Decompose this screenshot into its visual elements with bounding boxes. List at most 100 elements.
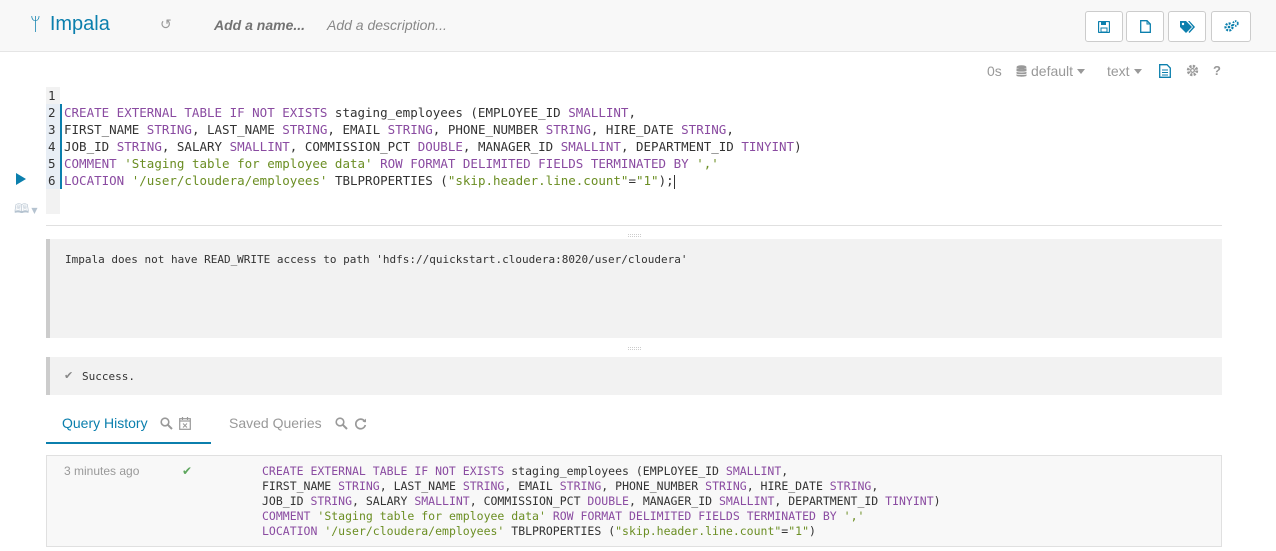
- database-label: default: [1031, 63, 1074, 79]
- sql-string: 'Staging table for employee data': [124, 156, 373, 171]
- calendar-clear-icon[interactable]: [178, 416, 191, 430]
- sql-keyword: STRING: [146, 122, 192, 137]
- resize-handle[interactable]: [628, 347, 641, 350]
- active-tab-indicator: [46, 442, 211, 444]
- sql-text: , COMMISSION_PCT: [289, 139, 418, 154]
- line-number: 1: [48, 88, 56, 103]
- app-name: Impala: [49, 13, 110, 35]
- tab-label: Saved Queries: [229, 415, 322, 431]
- sql-text: ,: [628, 105, 636, 120]
- new-document-button[interactable]: [1126, 11, 1164, 42]
- sql-text: ): [933, 494, 941, 508]
- history-row[interactable]: 3 minutes ago ✔ CREATE EXTERNAL TABLE IF…: [46, 455, 1222, 547]
- sql-keyword: STRING: [310, 494, 353, 508]
- editor-divider: [46, 225, 1222, 226]
- book-icon[interactable]: 🕮 ▼: [14, 200, 37, 222]
- tags-button[interactable]: [1168, 11, 1206, 42]
- sql-keyword: TINYINT: [741, 139, 795, 154]
- sql-text: ,: [726, 122, 734, 137]
- sql-string: ',': [696, 156, 719, 171]
- code-line: FIRST_NAME STRING, LAST_NAME STRING, EMA…: [64, 122, 734, 137]
- sql-keyword: SMALLINT: [414, 494, 470, 508]
- history-code-line: COMMENT 'Staging table for employee data…: [262, 509, 864, 523]
- play-icon[interactable]: [16, 173, 26, 185]
- refresh-icon[interactable]: [354, 417, 367, 430]
- sql-keyword: STRING: [387, 122, 433, 137]
- format-selector[interactable]: text: [1107, 63, 1142, 79]
- sql-keyword: CREATE EXTERNAL TABLE IF NOT EXISTS: [64, 105, 328, 120]
- sql-text: staging_employees (EMPLOYEE_ID: [504, 464, 726, 478]
- sql-text: JOB_ID: [64, 139, 117, 154]
- sql-text: , HIRE_DATE: [590, 122, 682, 137]
- editor-active-indicator: [60, 104, 62, 189]
- sql-text: , DEPARTMENT_ID: [620, 139, 742, 154]
- sql-keyword: STRING: [116, 139, 162, 154]
- format-label: text: [1107, 63, 1130, 79]
- sql-text: , MANAGER_ID: [628, 494, 719, 508]
- history-code-line: CREATE EXTERNAL TABLE IF NOT EXISTS stag…: [262, 464, 788, 478]
- tags-icon: [1179, 20, 1195, 33]
- sql-text: FIRST_NAME: [64, 122, 147, 137]
- code-line: JOB_ID STRING, SALARY SMALLINT, COMMISSI…: [64, 139, 802, 154]
- success-message: Success.: [82, 370, 135, 383]
- line-number: 5: [48, 156, 56, 171]
- top-bar: ᛘ Impala ↺ Add a name... Add a descripti…: [0, 0, 1276, 52]
- sql-string: ',': [843, 509, 865, 523]
- query-name-field[interactable]: Add a name...: [214, 17, 305, 33]
- tab-saved-queries[interactable]: Saved Queries: [229, 415, 367, 431]
- document-list-icon[interactable]: [1159, 64, 1171, 78]
- sql-keyword: STRING: [338, 479, 380, 493]
- sql-keyword: SMALLINT: [560, 139, 621, 154]
- code-line: COMMENT 'Staging table for employee data…: [64, 156, 719, 171]
- settings-button[interactable]: [1211, 11, 1251, 42]
- database-icon: [1016, 64, 1027, 77]
- history-code-line: LOCATION '/user/cloudera/employees' TBLP…: [262, 524, 816, 538]
- sql-text: FIRST_NAME: [262, 479, 339, 493]
- sql-text: , DEPARTMENT_ID: [774, 494, 886, 508]
- sql-text: ): [794, 139, 802, 154]
- sql-text: , LAST_NAME: [191, 122, 283, 137]
- sql-keyword: COMMENT: [262, 509, 311, 523]
- query-description-field[interactable]: Add a description...: [327, 17, 447, 33]
- search-icon[interactable]: [335, 416, 348, 430]
- error-panel: Impala does not have READ_WRITE access t…: [46, 239, 1222, 338]
- search-icon[interactable]: [159, 416, 173, 430]
- history-time: 3 minutes ago: [64, 464, 140, 478]
- chevron-down-icon: [1077, 68, 1086, 74]
- history-icon[interactable]: ↺: [160, 18, 174, 32]
- history-code-line: JOB_ID STRING, SALARY SMALLINT, COMMISSI…: [262, 494, 941, 508]
- resize-handle[interactable]: [628, 234, 641, 237]
- sql-text: , PHONE_NUMBER: [601, 479, 706, 493]
- sql-text: , HIRE_DATE: [746, 479, 830, 493]
- database-selector[interactable]: default: [1016, 63, 1086, 79]
- sql-keyword: SMALLINT: [725, 464, 782, 478]
- sql-keyword: COMMENT: [64, 156, 117, 171]
- sql-keyword: STRING: [282, 122, 328, 137]
- sql-text: ,: [781, 464, 789, 478]
- sql-keyword: STRING: [462, 479, 505, 493]
- line-number: 4: [48, 139, 56, 154]
- sql-keyword: DOUBLE: [587, 494, 629, 508]
- line-number: 6: [48, 173, 56, 188]
- check-icon: ✔: [64, 369, 74, 382]
- line-number: 2: [48, 105, 56, 120]
- gear-icon[interactable]: [1186, 64, 1199, 77]
- code-line: CREATE EXTERNAL TABLE IF NOT EXISTS stag…: [64, 105, 636, 120]
- save-button[interactable]: [1085, 11, 1123, 42]
- sql-keyword: STRING: [829, 479, 872, 493]
- sql-keyword: STRING: [559, 479, 602, 493]
- tab-query-history[interactable]: Query History: [62, 415, 191, 431]
- sql-text: , LAST_NAME: [379, 479, 463, 493]
- success-check-icon: ✔: [182, 464, 193, 478]
- app-brand[interactable]: ᛘ Impala: [30, 13, 110, 36]
- help-icon[interactable]: ?: [1213, 63, 1221, 78]
- sql-keyword: SMALLINT: [568, 105, 629, 120]
- save-icon: [1098, 20, 1110, 33]
- new-document-icon: [1139, 20, 1151, 33]
- settings-cogs-icon: [1223, 20, 1239, 32]
- sql-keyword: ROW FORMAT DELIMITED FIELDS TERMINATED B…: [380, 156, 689, 171]
- sql-keyword: LOCATION: [64, 173, 125, 188]
